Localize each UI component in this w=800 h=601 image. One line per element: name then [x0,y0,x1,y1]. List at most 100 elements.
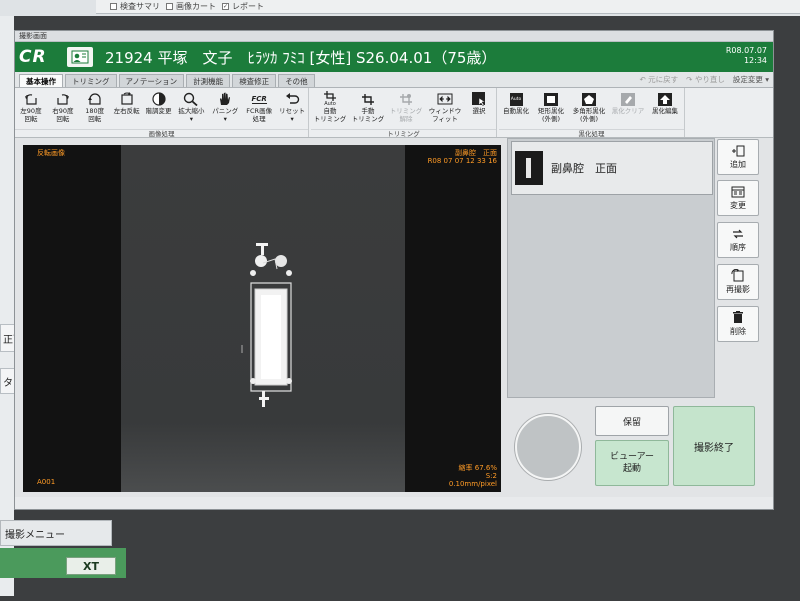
image-viewer[interactable]: 反転画像 副鼻腔 正面 R08 07 07 12 33 16 A001 縮率 6… [23,145,501,492]
rotate-180-button[interactable]: 180度 回転 [79,88,111,129]
black-edit-button[interactable]: 黒化編集 [647,88,683,129]
report-checkbox[interactable]: ✓ レポート [222,1,264,12]
polygon-black-button[interactable]: 多角形黒化 (外側) [569,88,609,129]
group-black-fill: Auto 自動黒化 矩形黒化 (外側) 多角形黒化 (外側) 黒化クリア 黒化編… [499,88,685,138]
trim-release-icon [399,91,413,107]
viewer-right-margin [405,145,501,492]
undo-icon: ↶ [639,75,646,84]
pixel-size: 0.10mm/pixel [448,480,497,488]
group-image-processing: 左90度 回転 右90度 回転 180度 回転 左右反転 階調変更 拡大縮小 ▾… [15,88,309,138]
settings-change-button[interactable]: 設定変更 ▾ [733,74,769,85]
image-params-overlay: 縮率 67.6% S:2 0.10mm/pixel [449,464,497,488]
select-button[interactable]: 選択 [465,88,493,129]
window-fit-button[interactable]: ウィンドウ フィット [425,88,465,129]
rotate-right-90-button[interactable]: 右90度 回転 [47,88,79,129]
chevron-down-icon: ▾ [765,75,769,84]
contrast-button[interactable]: 階調変更 [143,88,175,129]
hand-pan-icon [217,91,233,107]
thumbnail-label: 副鼻腔 正面 [551,162,617,175]
change-button[interactable]: 変更 [717,180,759,216]
group-label-image-processing: 画像処理 [15,129,308,138]
rotate-180-icon [87,91,103,107]
reshoot-button[interactable]: 再撮影 [717,264,759,300]
group-trimming: Auto 自動 トリミング 手動 トリミング トリミング 解除 ウィンドウ フィット [311,88,497,138]
header-datetime: R08.07.07 12:34 [726,46,767,66]
checkbox-box [110,3,117,10]
tab-other[interactable]: その他 [278,74,315,87]
exam-info-overlay: 副鼻腔 正面 R08 07 07 12 33 16 [428,149,497,165]
black-clear-icon [621,91,635,107]
change-icon [731,186,745,200]
image-processing-buttons: 左90度 回転 右90度 回転 180度 回転 左右反転 階調変更 拡大縮小 ▾… [15,88,308,129]
thumbnail-image [515,151,543,185]
flip-horizontal-button[interactable]: 左右反転 [111,88,143,129]
background-xt-button[interactable]: XT [66,557,116,575]
rotate-left-90-button[interactable]: 左90度 回転 [15,88,47,129]
image-cart-checkbox[interactable]: 画像カート [166,1,216,12]
viewer-launch-button[interactable]: ビューアー 起動 [595,440,669,486]
exam-label: 副鼻腔 正面 [455,149,497,157]
manual-trim-button[interactable]: 手動 トリミング [349,88,387,129]
thumbnail-item[interactable]: 副鼻腔 正面 [511,141,713,195]
delete-button[interactable]: 削除 [717,306,759,342]
shooting-dialog: 撮影画面 CR 21924 平塚 文子 ﾋﾗﾂｶ ﾌﾐｺ [女性] S26.04… [14,30,774,510]
rect-black-button[interactable]: 矩形黒化 (外側) [533,88,569,129]
panning-button[interactable]: パニング ▾ [208,88,242,129]
background-shooting-menu[interactable]: 撮影メニュー [0,520,112,546]
end-shooting-button[interactable]: 撮影終了 [673,406,755,486]
image-id-label: A001 [37,478,56,486]
fcr-processing-button[interactable]: FCR FCR画像 処理 [242,88,276,129]
black-edit-icon [658,91,672,107]
reset-icon [284,91,300,107]
history-controls: ↶ 元に戻す ↷ やり直し 設定変更 ▾ [639,74,769,85]
sensitivity-value: S:2 [485,472,497,480]
exam-datetime: R08 07 07 12 33 16 [427,157,497,165]
redo-button[interactable]: ↷ やり直し [686,74,725,85]
hold-button[interactable]: 保留 [595,406,669,436]
dialog-title: 撮影画面 [15,31,773,42]
add-image-icon [731,145,745,159]
black-clear-button[interactable]: 黒化クリア [609,88,647,129]
add-button[interactable]: 追加 [717,139,759,175]
trimming-buttons: Auto 自動 トリミング 手動 トリミング トリミング 解除 ウィンドウ フィット [311,88,496,129]
rotate-right-90-icon [55,91,71,107]
group-label-trimming: トリミング [311,129,496,138]
checkbox-box [166,3,173,10]
summary-checkbox[interactable]: 検査サマリ [110,1,160,12]
reshoot-icon [731,268,745,284]
header-time: 12:34 [743,56,767,65]
zoom-ratio: 縮率 67.6% [458,464,497,472]
patient-header: CR 21924 平塚 文子 ﾋﾗﾂｶ ﾌﾐｺ [女性] S26.04.01（7… [15,42,773,72]
tab-measurement[interactable]: 計測機能 [186,74,231,87]
group-label-black-fill: 黒化処理 [499,129,684,138]
contrast-icon [151,91,167,107]
tab-basic-operation[interactable]: 基本操作 [19,74,63,87]
patient-info: 21924 平塚 文子 ﾋﾗﾂｶ ﾌﾐｺ [女性] S26.04.01（75歳） [105,48,497,67]
xray-image [121,145,405,492]
auto-black-button[interactable]: Auto 自動黒化 [499,88,533,129]
content-area: 反転画像 副鼻腔 正面 R08 07 07 12 33 16 A001 縮率 6… [15,138,773,497]
exposure-round-button[interactable] [515,414,581,480]
undo-button[interactable]: ↶ 元に戻す [639,74,678,85]
header-date: R08.07.07 [725,46,767,55]
thumbnail-image-content [526,158,531,178]
polygon-black-icon [582,91,596,107]
fcr-processing-icon: FCR [251,94,267,104]
reset-button[interactable]: リセット ▾ [276,88,308,129]
tab-annotation[interactable]: アノテーション [118,74,185,87]
inverted-image-label: 反転画像 [37,149,65,157]
auto-trim-button[interactable]: Auto 自動 トリミング [311,88,349,129]
tab-trimming[interactable]: トリミング [65,74,117,87]
background-left-panel [0,16,14,596]
patient-card-icon [67,47,93,67]
manual-trim-icon [361,91,375,107]
tab-exam-correction[interactable]: 検査修正 [232,74,277,87]
toolbar: 左90度 回転 右90度 回転 180度 回転 左右反転 階調変更 拡大縮小 ▾… [15,88,773,138]
checkbox-box-checked: ✓ [222,3,229,10]
zoom-button[interactable]: 拡大縮小 ▾ [174,88,208,129]
viewer-left-margin [23,145,121,492]
order-icon [731,228,745,242]
rotate-left-90-icon [23,91,39,107]
trim-release-button[interactable]: トリミング 解除 [387,88,425,129]
order-button[interactable]: 順序 [717,222,759,258]
